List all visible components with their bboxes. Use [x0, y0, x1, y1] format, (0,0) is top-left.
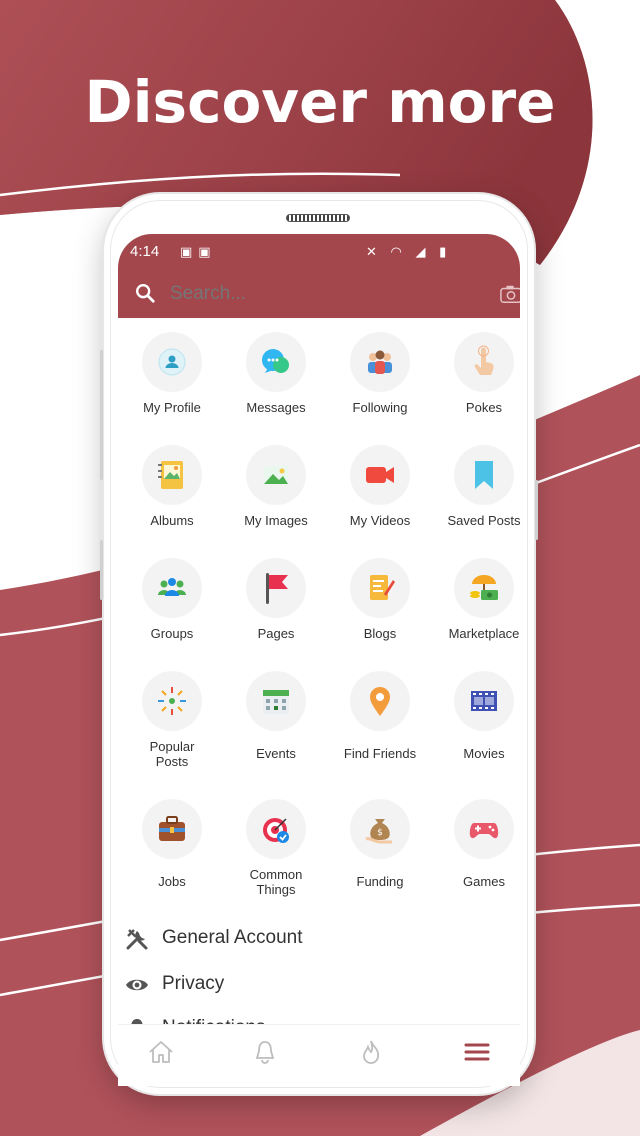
videos-icon — [350, 445, 410, 505]
shortcut-label: Jobs — [158, 874, 186, 889]
shortcut-label: My Profile — [143, 400, 201, 415]
search-icon[interactable] — [134, 282, 156, 304]
phone-side-button — [100, 540, 103, 600]
app-header: 4:14 ▣▣ ✕ ◠ ◢ ▮ — [118, 234, 520, 318]
shortcut-label: Marketplace — [448, 626, 520, 641]
status-bar: 4:14 ▣▣ ✕ ◠ ◢ ▮ — [130, 242, 510, 264]
messages-icon — [246, 332, 306, 392]
pokes-icon — [454, 332, 514, 392]
location-pin-icon — [350, 671, 410, 731]
bottom-navigation — [118, 1024, 520, 1086]
status-system-icons: ✕ ◠ ◢ ▮ — [366, 244, 452, 259]
shortcut-label: Pokes — [465, 400, 503, 415]
calendar-icon — [246, 671, 306, 731]
popular-icon — [142, 671, 202, 731]
bookmark-icon — [454, 445, 514, 505]
flame-icon[interactable] — [356, 1037, 386, 1067]
shortcut-label: Popular Posts — [149, 739, 195, 769]
status-time: 4:14 — [130, 243, 160, 260]
profile-icon — [142, 332, 202, 392]
shortcut-label: Common Things — [249, 867, 303, 897]
shortcut-label: Messages — [246, 400, 306, 415]
camera-icon[interactable] — [500, 284, 520, 304]
flag-icon — [246, 558, 306, 618]
film-icon — [454, 671, 514, 731]
gamepad-icon — [454, 799, 514, 859]
app-screen: 4:14 ▣▣ ✕ ◠ ◢ ▮ My Profile Messages Follow… — [118, 234, 520, 1086]
menu-item-general-account[interactable]: General Account — [124, 924, 504, 954]
shortcut-label: Saved Posts — [447, 513, 521, 528]
shortcut-label: Find Friends — [343, 746, 417, 761]
bell-icon[interactable] — [250, 1037, 280, 1067]
phone-speaker — [286, 214, 350, 222]
tools-icon — [126, 929, 148, 950]
briefcase-icon — [142, 799, 202, 859]
shortcut-label: Albums — [150, 513, 194, 528]
search-bar[interactable] — [118, 270, 520, 318]
shortcut-label: My Images — [244, 513, 308, 528]
shortcut-label: My Videos — [349, 513, 411, 528]
phone-side-button — [100, 350, 103, 480]
shortcut-label: Pages — [257, 626, 295, 641]
shortcut-label: Following — [352, 400, 408, 415]
blog-icon — [350, 558, 410, 618]
shortcut-label: Groups — [150, 626, 194, 641]
status-notification-icons: ▣▣ — [180, 244, 217, 259]
menu-label: General Account — [162, 927, 303, 948]
money-bag-icon: $ — [350, 799, 410, 859]
shortcut-label: Games — [463, 874, 505, 889]
albums-icon — [142, 445, 202, 505]
home-icon[interactable] — [146, 1037, 176, 1067]
shortcut-label: Funding — [356, 874, 404, 889]
shortcut-label: Events — [256, 746, 296, 761]
search-input[interactable] — [168, 282, 472, 306]
menu-item-privacy[interactable]: Privacy — [124, 970, 504, 1000]
headline: Discover more — [84, 68, 556, 136]
target-icon — [246, 799, 306, 859]
menu-label: Privacy — [162, 973, 225, 994]
marketplace-icon — [454, 558, 514, 618]
shortcut-label: Movies — [463, 746, 505, 761]
svg-text:$: $ — [377, 828, 383, 838]
groups-icon — [142, 558, 202, 618]
shortcut-label: Blogs — [363, 626, 397, 641]
hamburger-icon[interactable] — [462, 1037, 492, 1067]
images-icon — [246, 445, 306, 505]
eye-icon — [126, 979, 148, 991]
phone-side-button — [535, 480, 538, 540]
following-icon — [350, 332, 410, 392]
